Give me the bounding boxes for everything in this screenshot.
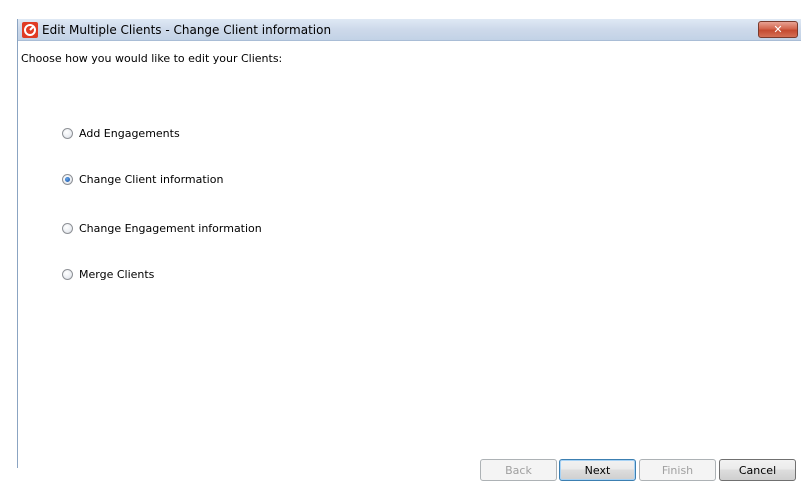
option-change-engagement-information[interactable]: Change Engagement information bbox=[62, 220, 262, 236]
option-label: Change Engagement information bbox=[79, 221, 262, 235]
option-add-engagements[interactable]: Add Engagements bbox=[62, 125, 180, 141]
finish-button[interactable]: Finish bbox=[639, 459, 716, 481]
title-bar[interactable]: Edit Multiple Clients - Change Client in… bbox=[18, 19, 801, 41]
back-button[interactable]: Back bbox=[480, 459, 557, 481]
option-label: Change Client information bbox=[79, 172, 224, 186]
next-button[interactable]: Next bbox=[559, 459, 636, 481]
option-label: Add Engagements bbox=[79, 126, 180, 140]
option-change-client-information[interactable]: Change Client information bbox=[62, 171, 223, 187]
dialog-content: Choose how you would like to edit your C… bbox=[18, 41, 801, 481]
dialog-window: Edit Multiple Clients - Change Client in… bbox=[17, 19, 801, 481]
radio-change-engagement-information[interactable] bbox=[62, 222, 73, 234]
close-icon: ✕ bbox=[773, 23, 783, 36]
radio-change-client-information[interactable] bbox=[62, 173, 73, 185]
radio-merge-clients[interactable] bbox=[62, 268, 73, 280]
window-title: Edit Multiple Clients - Change Client in… bbox=[42, 23, 332, 37]
cancel-button[interactable]: Cancel bbox=[719, 459, 796, 481]
option-merge-clients[interactable]: Merge Clients bbox=[62, 266, 154, 282]
close-button[interactable]: ✕ bbox=[758, 21, 798, 38]
instruction-text: Choose how you would like to edit your C… bbox=[21, 52, 283, 65]
option-label: Merge Clients bbox=[79, 267, 155, 281]
radio-add-engagements[interactable] bbox=[62, 127, 73, 139]
app-logo-icon bbox=[22, 22, 38, 38]
button-bar: Back Next Finish Cancel bbox=[18, 459, 801, 481]
